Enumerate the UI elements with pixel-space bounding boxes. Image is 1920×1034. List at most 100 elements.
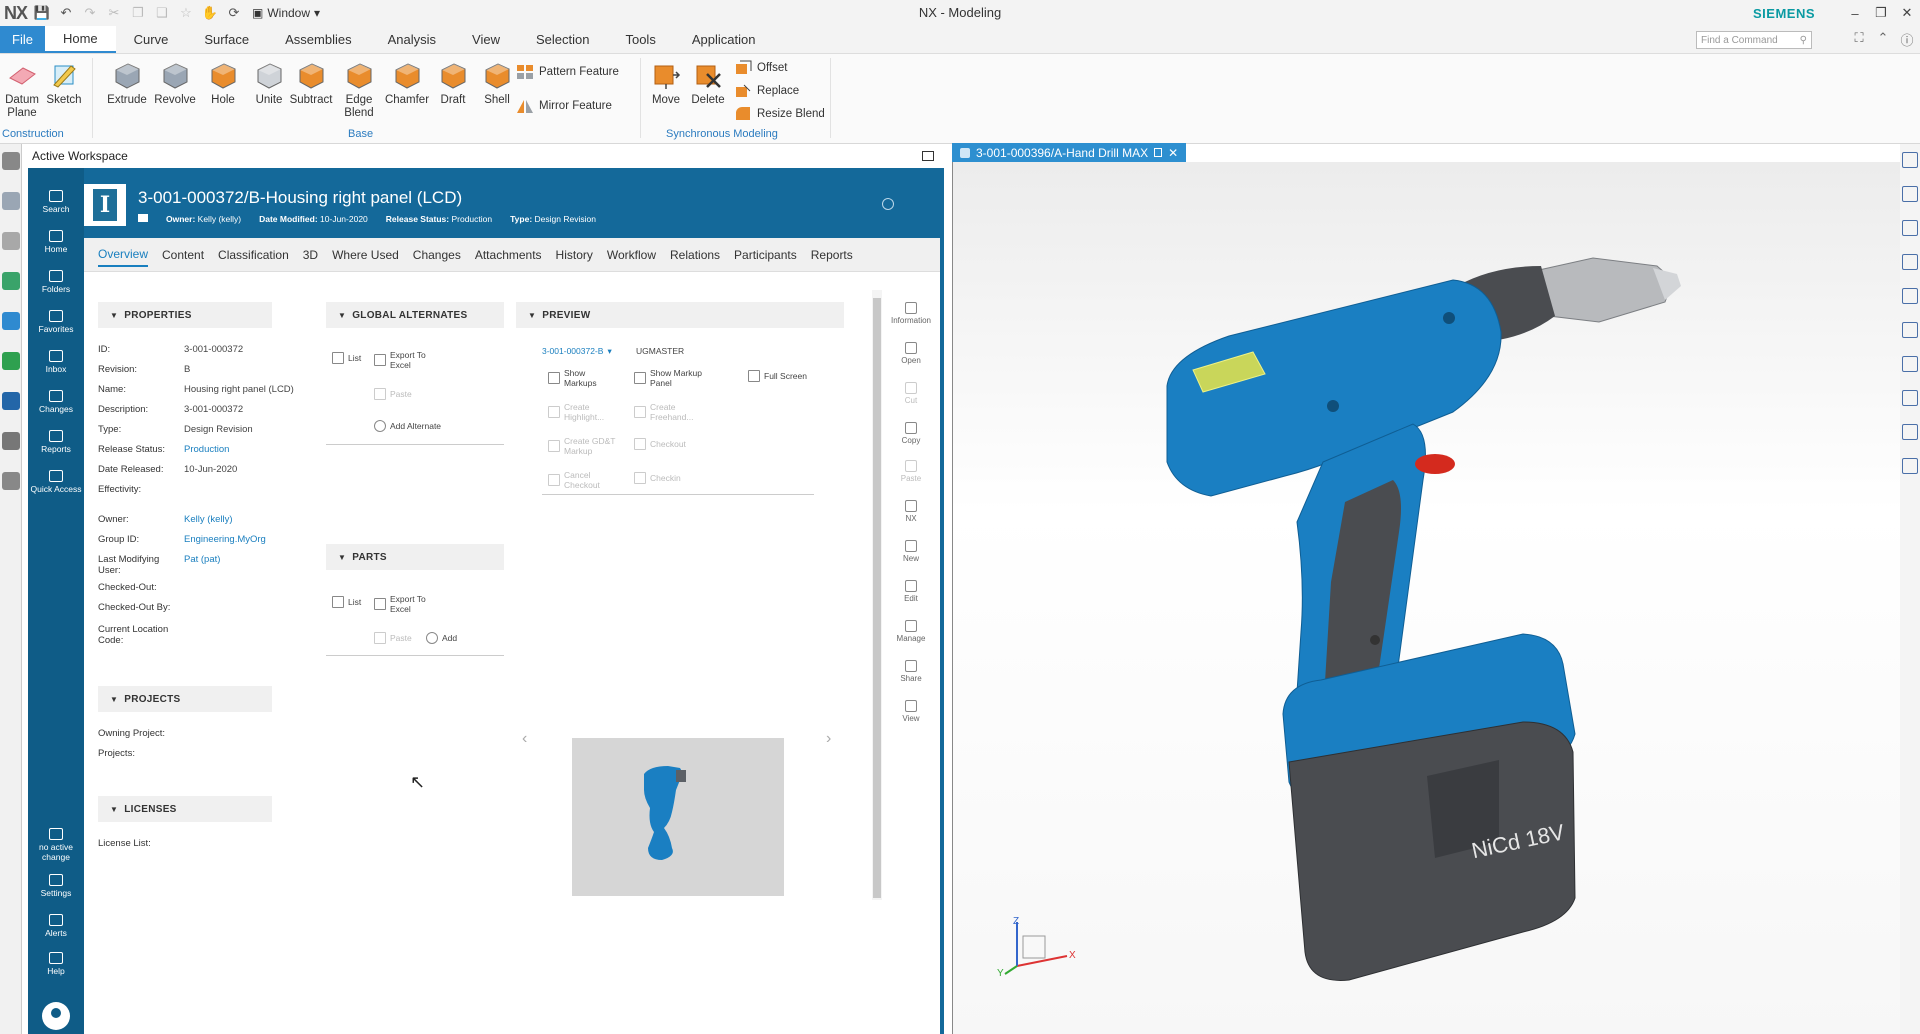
tab-tools[interactable]: Tools	[607, 26, 673, 53]
close-icon[interactable]: ✕	[1168, 146, 1178, 160]
nav-no-active-change[interactable]: no active change	[28, 828, 84, 862]
mirror-feature-button[interactable]: Mirror Feature	[516, 98, 612, 114]
parts-list-view-button[interactable]: List	[332, 596, 361, 608]
preview-section-header[interactable]: ▼ PREVIEW	[516, 302, 844, 328]
web-browser-icon[interactable]	[2, 392, 20, 410]
back-icon[interactable]	[1902, 390, 1918, 406]
share-command[interactable]: Share	[888, 660, 934, 683]
export-to-excel-button[interactable]: Export To Excel	[374, 350, 444, 370]
checkin-button[interactable]: Checkin	[634, 472, 681, 484]
save-icon[interactable]: 💾	[33, 4, 51, 22]
nav-inbox[interactable]: Inbox	[28, 350, 84, 374]
redo-icon[interactable]: ↷	[81, 4, 99, 22]
repeat-command-icon[interactable]: ⟳	[225, 4, 243, 22]
tab-where-used[interactable]: Where Used	[332, 244, 399, 266]
tab-content[interactable]: Content	[162, 244, 204, 266]
property-value[interactable]: Production	[184, 444, 229, 455]
parts-section-header[interactable]: ▼ PARTS	[326, 544, 504, 570]
edge-blend-button[interactable]: Edge Blend	[336, 60, 382, 120]
report-icon[interactable]	[1902, 458, 1918, 474]
curve-icon[interactable]	[1902, 220, 1918, 236]
copy-icon[interactable]: ❐	[129, 4, 147, 22]
tab-application[interactable]: Application	[674, 26, 774, 53]
create-highlight-button[interactable]: Create Highlight...	[548, 402, 618, 422]
tab-participants[interactable]: Participants	[734, 244, 797, 266]
layer-icon[interactable]	[1902, 186, 1918, 202]
open-command[interactable]: Open	[888, 342, 934, 365]
hole-button[interactable]: Hole	[200, 60, 246, 107]
tab-view[interactable]: View	[454, 26, 518, 53]
graphics-window[interactable]: NiCd 18V X Z Y	[952, 162, 1900, 1034]
orient-icon[interactable]	[1902, 424, 1918, 440]
cut-icon[interactable]: ✂	[105, 4, 123, 22]
nav-search[interactable]: Search	[28, 190, 84, 214]
parts-paste-button[interactable]: Paste	[374, 632, 412, 644]
checkout-button[interactable]: Checkout	[634, 438, 686, 450]
user-avatar[interactable]	[42, 1002, 70, 1030]
paste-button[interactable]: Paste	[374, 388, 412, 400]
create-gdt-markup-button[interactable]: Create GD&T Markup	[548, 436, 624, 456]
tab-classification[interactable]: Classification	[218, 244, 289, 266]
properties-section-header[interactable]: ▼ PROPERTIES	[98, 302, 272, 328]
datum-plane-button[interactable]: Datum Plane	[2, 60, 42, 120]
tab-relations[interactable]: Relations	[670, 244, 720, 266]
replace-button[interactable]: Replace	[734, 83, 799, 99]
undo-icon[interactable]: ↶	[57, 4, 75, 22]
draft-button[interactable]: Draft	[430, 60, 476, 107]
move-button[interactable]: Move	[646, 60, 686, 107]
licenses-section-header[interactable]: ▼ LICENSES	[98, 796, 272, 822]
property-value[interactable]: Kelly (kelly)	[184, 514, 233, 525]
property-value[interactable]: Pat (pat)	[184, 554, 220, 576]
tab-reports[interactable]: Reports	[811, 244, 853, 266]
favorite-icon[interactable]: ☆	[177, 4, 195, 22]
chamfer-button[interactable]: Chamfer	[384, 60, 430, 107]
close-icon[interactable]: ✕	[1894, 5, 1920, 21]
workspace-scrollbar[interactable]	[872, 290, 882, 900]
manage-command[interactable]: Manage	[888, 620, 934, 643]
search-icon[interactable]	[882, 198, 894, 210]
maximize-icon[interactable]	[922, 151, 934, 161]
sketch-button[interactable]: Sketch	[44, 60, 84, 107]
offset-button[interactable]: Offset	[734, 60, 787, 76]
tab-selection[interactable]: Selection	[518, 26, 607, 53]
nav-settings[interactable]: Settings	[28, 874, 84, 898]
nav-changes[interactable]: Changes	[28, 390, 84, 414]
parts-export-button[interactable]: Export To Excel	[374, 594, 444, 614]
information-command[interactable]: Information	[888, 302, 934, 325]
constraint-navigator-icon[interactable]	[2, 232, 20, 250]
show-markups-button[interactable]: Show Markups	[548, 368, 618, 388]
assembly-navigator-icon[interactable]	[2, 192, 20, 210]
process-studio-icon[interactable]	[2, 472, 20, 490]
nav-help[interactable]: Help	[28, 952, 84, 976]
analysis-icon[interactable]	[1902, 288, 1918, 304]
cut-command[interactable]: Cut	[888, 382, 934, 405]
property-value[interactable]: Engineering.MyOrg	[184, 534, 266, 545]
tab-analysis[interactable]: Analysis	[370, 26, 454, 53]
next-image-icon[interactable]: ›	[826, 730, 831, 748]
new-command[interactable]: New	[888, 540, 934, 563]
restore-icon[interactable]: ❐	[1868, 5, 1894, 21]
paste-command[interactable]: Paste	[888, 460, 934, 483]
nx-command[interactable]: NX	[888, 500, 934, 523]
tab-attachments[interactable]: Attachments	[475, 244, 542, 266]
projects-section-header[interactable]: ▼ PROJECTS	[98, 686, 272, 712]
find-command-input[interactable]: Find a Command ⚲	[1696, 31, 1812, 49]
add-alternate-button[interactable]: Add Alternate	[374, 420, 441, 432]
list-view-button[interactable]: List	[332, 352, 361, 364]
section-icon[interactable]	[1902, 356, 1918, 372]
roles-icon[interactable]	[1902, 152, 1918, 168]
chevron-up-icon[interactable]: ⌃	[1874, 30, 1892, 49]
previous-image-icon[interactable]: ‹	[522, 730, 527, 748]
extrude-button[interactable]: Extrude	[104, 60, 150, 107]
tab-file[interactable]: File	[0, 26, 45, 53]
paste-icon[interactable]: ❑	[153, 4, 171, 22]
part-navigator-icon[interactable]	[2, 272, 20, 290]
nav-alerts[interactable]: Alerts	[28, 914, 84, 938]
measure-icon[interactable]	[1902, 322, 1918, 338]
help-icon[interactable]: ⓘ	[1898, 30, 1916, 49]
window-menu[interactable]: ▣ Window ▾	[252, 6, 320, 20]
create-freehand-button[interactable]: Create Freehand...	[634, 402, 704, 422]
full-screen-icon[interactable]: ⛶	[1850, 30, 1868, 49]
nav-folders[interactable]: Folders	[28, 270, 84, 294]
parts-add-button[interactable]: Add	[426, 632, 457, 644]
